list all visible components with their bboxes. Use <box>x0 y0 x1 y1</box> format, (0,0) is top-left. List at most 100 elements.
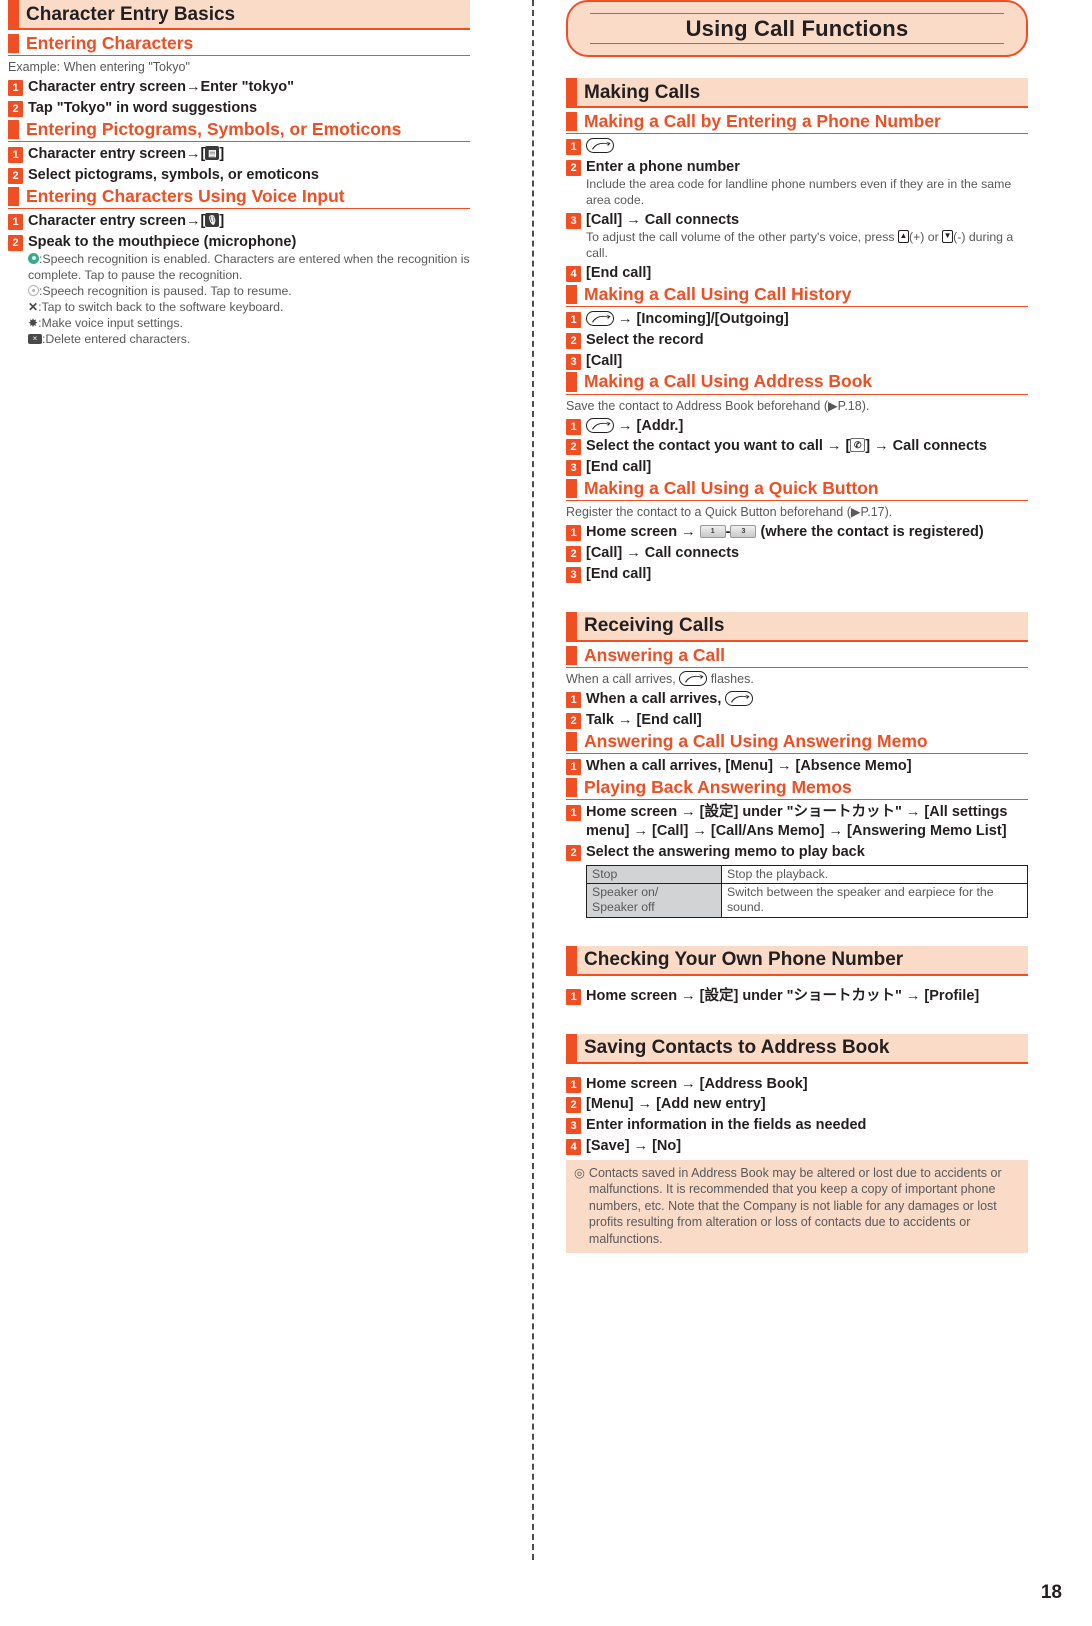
step-title: Character entry screen→Enter "tokyo" <box>28 78 470 97</box>
step-title: Character entry screen→[🎙] <box>28 213 225 230</box>
section-heading-receiving-calls: Receiving Calls <box>566 611 1028 642</box>
intro-pre: When a call arrives, <box>566 672 680 687</box>
subsection-heading-label: Answering a Call <box>584 644 726 665</box>
subsection-heading-label: Answering a Call Using Answering Memo <box>584 730 928 751</box>
step-item: 2 [Call] → Call connects <box>566 544 1028 563</box>
step-item: 1 → [Incoming]/[Outgoing] <box>566 310 1028 329</box>
step-number: 3 <box>566 353 581 370</box>
section-heading-checking-own-number: Checking Your Own Phone Number <box>566 945 1028 976</box>
voice-legend-text: :Make voice input settings. <box>38 315 183 330</box>
step-title: Home screen → [設定] under "ショートカット" → [Al… <box>586 804 1008 839</box>
step-item: 2 Tap "Tokyo" in word suggestions <box>8 99 470 118</box>
step-text-b: Enter "tokyo" <box>200 79 294 96</box>
call-key-icon <box>586 138 614 154</box>
step-title: Home screen → 1-3 (where the contact is … <box>586 523 1028 542</box>
subsection-heading-label: Making a Call by Entering a Phone Number <box>584 111 941 131</box>
step-number: 1 <box>566 525 581 542</box>
table-cell-value: Switch between the speaker and earpiece … <box>721 883 1028 918</box>
section-heading-voice-input: Entering Characters Using Voice Input <box>8 185 470 210</box>
table-cell-key: Stop <box>586 864 722 885</box>
step-item: 1 Home screen → [Address Book] <box>566 1075 1028 1094</box>
step-title: Enter information in the fields as neede… <box>586 1117 867 1134</box>
table-cell-value: Stop the playback. <box>721 864 1028 885</box>
step-number: 3 <box>566 1118 581 1135</box>
step-item: 1 Home screen → [設定] under "ショートカット" → [… <box>566 987 1028 1006</box>
step-note: Include the area code for landline phone… <box>586 176 1012 207</box>
call-key-icon <box>679 671 708 687</box>
step-item: 1 Home screen → [設定] under "ショートカット" → [… <box>566 803 1028 841</box>
step-number: 2 <box>566 332 581 349</box>
step-item: 3 [Call] <box>566 352 1028 371</box>
step-item: 2 Select the contact you want to call → … <box>566 437 1028 456</box>
step-note: To adjust the call volume of the other p… <box>586 229 1028 262</box>
subsection-heading-playing-back-memos: Playing Back Answering Memos <box>566 776 1028 801</box>
step-number: 1 <box>8 80 23 97</box>
step-number: 2 <box>566 844 581 861</box>
step-number: 1 <box>566 311 581 328</box>
step-title: [Save] → [No] <box>586 1138 682 1155</box>
step-number: 2 <box>566 439 581 456</box>
chapter-heading-label: Character Entry Basics <box>26 3 236 25</box>
step-title: Select pictograms, symbols, or emoticons <box>28 167 319 183</box>
grey-dot-icon <box>28 284 39 296</box>
subsection-heading-label: Making a Call Using Address Book <box>584 371 873 392</box>
step-number: 1 <box>566 988 581 1005</box>
voice-legend-row: ✕:Tap to switch back to the software key… <box>28 300 470 316</box>
step-title: Character entry screen→[▤] <box>28 146 225 163</box>
subsection-heading-label: Playing Back Answering Memos <box>584 776 852 797</box>
handset-icon: ✆ <box>850 438 866 453</box>
answering-memo-options-table: Stop Stop the playback. Speaker on/ Spea… <box>586 864 1028 918</box>
step-text-pre: When a call arrives, <box>586 691 726 708</box>
subsection-heading-by-phone-number: Making a Call by Entering a Phone Number <box>566 110 1028 135</box>
step-title: [Menu] → [Add new entry] <box>586 1096 766 1113</box>
call-key-icon <box>725 691 754 707</box>
quick-button-3-icon: 3 <box>730 525 757 539</box>
step-note-pre: To adjust the call volume of the other p… <box>586 229 898 244</box>
step-title: [Call] → Call connects <box>586 211 740 228</box>
step-item: 1 When a call arrives, <box>566 690 1028 709</box>
subsection-intro: Register the contact to a Quick Button b… <box>566 505 893 520</box>
arrow-glyph: → <box>185 146 201 163</box>
step-item: 1 Home screen → 1-3 (where the contact i… <box>566 523 1028 542</box>
step-number: 2 <box>8 101 23 118</box>
arrow-glyph: → <box>185 79 201 96</box>
column-divider <box>532 0 534 1560</box>
step-title: → [Incoming]/[Outgoing] <box>586 310 1028 329</box>
step-item: 1 Character entry screen→Enter "tokyo" <box>8 78 470 97</box>
intro-post: flashes. <box>707 672 754 687</box>
table-row: Speaker on/ Speaker off Switch between t… <box>586 883 1028 918</box>
voice-legend-text: :Delete entered characters. <box>42 331 191 346</box>
manual-page: Character Entry Basics Entering Characte… <box>0 0 1092 1626</box>
step-item: 1 Character entry screen→[🎙] <box>8 212 470 231</box>
voice-legend-row: :Speech recognition is paused. Tap to re… <box>28 284 470 300</box>
microphone-key-icon: 🎙 <box>205 213 220 228</box>
table-row: Stop Stop the playback. <box>586 864 1028 885</box>
section-heading-label: Checking Your Own Phone Number <box>584 949 904 971</box>
step-item: 3 [End call] <box>566 565 1028 584</box>
page-number: 18 <box>1040 1582 1062 1603</box>
step-number: 4 <box>566 1139 581 1156</box>
step-item: 2 Select the record <box>566 331 1028 350</box>
step-number: 2 <box>566 160 581 177</box>
step-title <box>586 137 1028 156</box>
step-text-a: Character entry screen <box>28 213 186 230</box>
step-text-a: Character entry screen <box>28 79 186 96</box>
section-heading-saving-contacts: Saving Contacts to Address Book <box>566 1033 1028 1064</box>
banner-rule-top <box>590 13 1004 14</box>
step-item: 2 Speak to the mouthpiece (microphone) :… <box>8 233 470 348</box>
voice-legend-text: :Tap to switch back to the software keyb… <box>38 299 284 314</box>
step-number: 1 <box>566 139 581 156</box>
section-heading-making-calls: Making Calls <box>566 78 1028 108</box>
step-item: 2 Select the answering memo to play back <box>566 843 1028 862</box>
step-number: 2 <box>8 234 23 251</box>
step-item: 2 Select pictograms, symbols, or emotico… <box>8 166 470 185</box>
step-title: When a call arrives, <box>586 690 1028 709</box>
volume-down-key-icon: ▼ <box>942 229 954 243</box>
step-number: 2 <box>566 546 581 563</box>
subsection-intro: When a call arrives, flashes. <box>566 671 1028 688</box>
section-heading-label: Entering Characters Using Voice Input <box>26 185 345 206</box>
step-text-post: (where the contact is registered) <box>756 524 984 541</box>
step-item: 2 Talk → [End call] <box>566 711 1028 730</box>
step-number: 2 <box>566 1097 581 1114</box>
step-item: 1 When a call arrives, [Menu] → [Absence… <box>566 757 1028 776</box>
